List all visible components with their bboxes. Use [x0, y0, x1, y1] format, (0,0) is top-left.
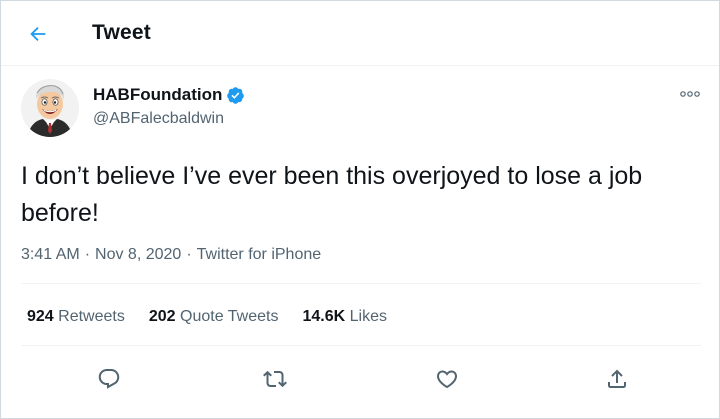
- likes-count: 14.6K: [302, 308, 346, 325]
- verified-badge-icon: [226, 86, 245, 105]
- meta-separator: ·: [186, 246, 192, 263]
- reply-button[interactable]: [91, 361, 127, 397]
- likes-stat[interactable]: 14.6K Likes: [302, 308, 387, 326]
- tweet-meta: 3:41 AM · Nov 8, 2020 · Twitter for iPho…: [21, 246, 321, 264]
- retweets-count: 924: [27, 308, 54, 325]
- user-handle[interactable]: @ABFalecbaldwin: [93, 110, 224, 128]
- reply-icon: [97, 367, 121, 391]
- like-button[interactable]: [429, 361, 465, 397]
- heart-icon: [435, 367, 459, 391]
- retweet-icon: [263, 367, 287, 391]
- quote-tweets-stat[interactable]: 202 Quote Tweets: [149, 308, 279, 326]
- page-title: Tweet: [92, 21, 151, 44]
- more-options-button[interactable]: [675, 83, 705, 105]
- arrow-left-icon: [27, 23, 49, 45]
- divider: [21, 345, 701, 346]
- back-button[interactable]: [19, 15, 57, 53]
- likes-label: Likes: [349, 308, 387, 325]
- avatar[interactable]: [21, 79, 79, 137]
- author-name-row: HABFoundation: [93, 85, 245, 105]
- more-icon: [679, 89, 701, 99]
- retweet-button[interactable]: [257, 361, 293, 397]
- tweet-text: I don’t believe I’ve ever been this over…: [21, 162, 643, 227]
- tweet-source[interactable]: Twitter for iPhone: [197, 246, 322, 264]
- tweet-page: Tweet HABFoundation @ABFalecbaldwin I do…: [0, 0, 720, 419]
- divider: [21, 283, 701, 284]
- retweets-stat[interactable]: 924 Retweets: [27, 308, 125, 326]
- share-icon: [605, 367, 629, 391]
- tweet-stats: 924 Retweets 202 Quote Tweets 14.6K Like…: [27, 308, 387, 326]
- header-bar: Tweet: [1, 1, 719, 66]
- meta-separator: ·: [84, 246, 91, 263]
- tweet-date[interactable]: Nov 8, 2020: [95, 246, 181, 264]
- quote-tweets-count: 202: [148, 308, 176, 325]
- action-bar: [21, 357, 701, 397]
- retweets-label: Retweets: [58, 308, 125, 325]
- share-button[interactable]: [599, 361, 635, 397]
- tweet-time[interactable]: 3:41 AM: [21, 246, 80, 264]
- display-name[interactable]: HABFoundation: [93, 85, 222, 105]
- quote-tweets-label: Quote Tweets: [180, 308, 279, 325]
